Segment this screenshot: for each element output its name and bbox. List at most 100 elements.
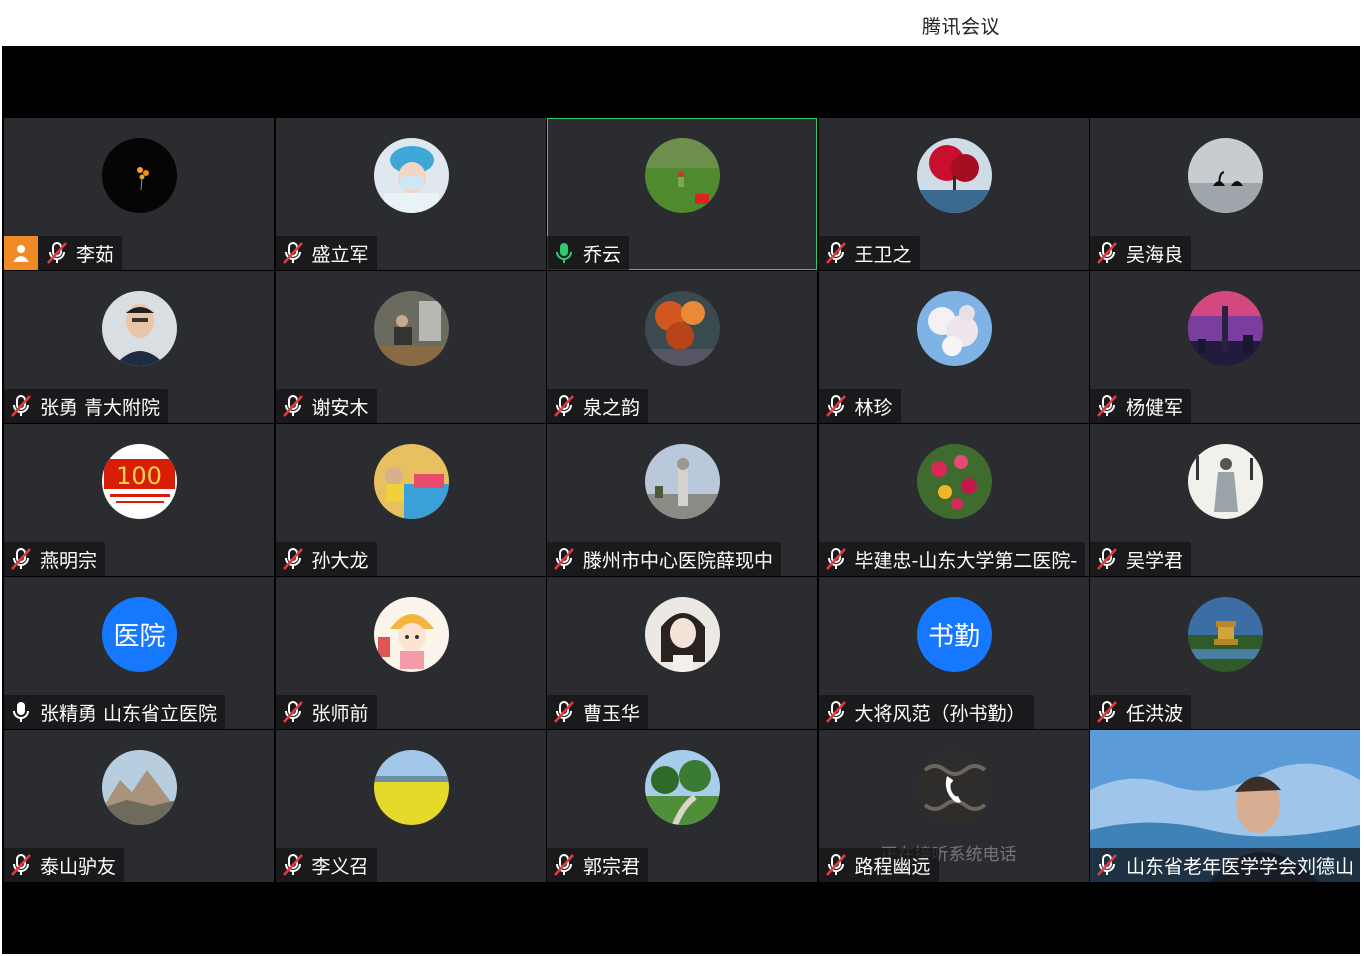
participant-tile[interactable]: 孙大龙 (275, 424, 546, 576)
mic-muted-icon (825, 854, 846, 876)
mic-muted-icon (554, 395, 574, 417)
participant-name: 杨健军 (1126, 396, 1184, 419)
mic-muted-icon (1097, 395, 1117, 417)
participant-name: 大将风范（孙书勤） (854, 702, 1026, 725)
participant-name-bar: 郭宗君 (547, 848, 649, 882)
mic-muted-icon (554, 548, 574, 570)
window-title: 腾讯会议 (922, 16, 1001, 38)
participant-name-bar: 泰山驴友 (4, 848, 125, 882)
participant-name-bar: 吴海良 (1090, 236, 1192, 270)
participant-name: 张勇 青大附院 (40, 396, 161, 419)
participant-avatar: 书勤 (916, 597, 992, 672)
participant-tile[interactable]: 山东省老年医学学会刘德山 (1090, 730, 1360, 882)
participant-name-bar: 路程幽远 (818, 848, 939, 882)
participant-name: 王卫之 (854, 243, 912, 266)
participant-name-bar: 山东省老年医学学会刘德山 (1090, 848, 1360, 882)
participant-avatar (1188, 597, 1263, 672)
mic-on-icon (13, 702, 29, 722)
participant-name: 盛立军 (311, 243, 369, 266)
participant-name-bar: 滕州市中心医院薛现中 (547, 542, 782, 576)
participant-name: 任洪波 (1126, 702, 1184, 725)
participant-avatar: 100 (102, 444, 177, 519)
meeting-stage: 李茹 盛立军 乔云 王卫之 吴海良张勇 青大附院 谢安木 泉之韵 林珍 杨健军 100 燕明宗 孙大龙… (2, 46, 1360, 954)
participant-avatar (645, 750, 720, 825)
participant-avatar (373, 138, 449, 213)
participant-avatar (1188, 138, 1263, 213)
participant-tile[interactable]: 吴学君 (1090, 424, 1360, 576)
title-bar: 腾讯会议 (0, 0, 1364, 46)
participant-name-bar: 毕建忠-山东大学第二医院- (818, 542, 1086, 576)
participant-name: 滕州市中心医院薛现中 (583, 549, 774, 572)
participant-tile[interactable]: 毕建忠-山东大学第二医院- (818, 424, 1089, 576)
participant-name: 泰山驴友 (40, 855, 117, 878)
participant-name: 吴海良 (1126, 243, 1184, 266)
mic-muted-icon (47, 242, 67, 264)
participant-tile[interactable]: 王卫之 (818, 118, 1089, 270)
mic-muted-icon (825, 395, 846, 417)
participant-tile[interactable]: 滕州市中心医院薛现中 (547, 424, 817, 576)
mic-muted-icon (1097, 548, 1117, 570)
participant-name-bar: 李义召 (275, 848, 377, 882)
participant-name-bar: 盛立军 (275, 236, 377, 270)
participant-tile[interactable]: 泰山驴友 (4, 730, 274, 882)
participant-grid: 李茹 盛立军 乔云 王卫之 吴海良张勇 青大附院 谢安木 泉之韵 林珍 杨健军 100 燕明宗 孙大龙… (4, 118, 1360, 882)
participant-avatar (645, 444, 720, 519)
participant-tile[interactable]: 林珍 (818, 271, 1089, 423)
participant-tile[interactable]: 吴海良 (1090, 118, 1360, 270)
participant-tile[interactable]: 100 燕明宗 (4, 424, 274, 576)
participant-name: 吴学君 (1126, 549, 1184, 572)
participant-name-bar: 李茹 (4, 236, 123, 270)
participant-tile[interactable]: 谢安木 (275, 271, 546, 423)
participant-tile[interactable]: 李茹 (4, 118, 274, 270)
participant-tile[interactable]: 李义召 (275, 730, 546, 882)
participant-name-bar: 张师前 (275, 695, 377, 729)
participant-name-bar: 燕明宗 (4, 542, 106, 576)
participant-tile[interactable]: 医院张精勇 山东省立医院 (4, 577, 274, 729)
participant-name: 泉之韵 (583, 396, 641, 419)
participant-avatar (645, 138, 720, 213)
mic-muted-icon (1097, 854, 1117, 876)
participant-name: 山东省老年医学学会刘德山 (1126, 855, 1355, 878)
participant-avatar (1188, 291, 1263, 366)
mic-muted-icon (11, 854, 31, 876)
mic-muted-icon (282, 548, 303, 570)
participant-name-bar: 大将风范（孙书勤） (818, 695, 1034, 729)
participant-name-bar: 吴学君 (1090, 542, 1192, 576)
participant-tile[interactable]: 任洪波 (1090, 577, 1360, 729)
participant-avatar (916, 138, 992, 213)
participant-tile[interactable]: 杨健军 (1090, 271, 1360, 423)
phone-icon (916, 750, 992, 825)
avatar-initials: 书勤 (927, 622, 980, 652)
participant-name: 乔云 (583, 243, 622, 266)
participant-tile[interactable]: 张师前 (275, 577, 546, 729)
participant-tile[interactable]: 曹玉华 (547, 577, 817, 729)
participant-tile[interactable]: 乔云 (547, 118, 817, 270)
mic-muted-icon (11, 395, 31, 417)
mic-muted-icon (825, 242, 846, 264)
participant-name: 谢安木 (311, 396, 369, 419)
participant-name-bar: 王卫之 (818, 236, 920, 270)
mic-muted-icon (1097, 242, 1117, 264)
participant-tile[interactable]: 张勇 青大附院 (4, 271, 274, 423)
participant-name: 张精勇 山东省立医院 (40, 702, 218, 725)
participant-avatar (102, 138, 177, 213)
participant-tile[interactable]: 盛立军 (275, 118, 546, 270)
participant-avatar (1188, 444, 1263, 519)
participant-name: 李茹 (76, 243, 115, 266)
mic-muted-icon (282, 854, 303, 876)
svg-text:100: 100 (116, 462, 162, 490)
participant-tile[interactable]: 正在接听系统电话 路程幽远 (818, 730, 1089, 882)
participant-avatar (373, 444, 449, 519)
participant-tile[interactable]: 郭宗君 (547, 730, 817, 882)
mic-muted-icon (554, 701, 574, 723)
participant-avatar (102, 291, 177, 366)
participant-name: 张师前 (311, 702, 369, 725)
participant-tile[interactable]: 书勤大将风范（孙书勤） (818, 577, 1089, 729)
mic-muted-icon (282, 701, 303, 723)
participant-name: 燕明宗 (40, 549, 98, 572)
participant-avatar (373, 750, 449, 825)
participant-avatar (102, 750, 177, 825)
participant-tile[interactable]: 泉之韵 (547, 271, 817, 423)
avatar-initials: 医院 (113, 622, 166, 652)
participant-avatar (645, 291, 720, 366)
